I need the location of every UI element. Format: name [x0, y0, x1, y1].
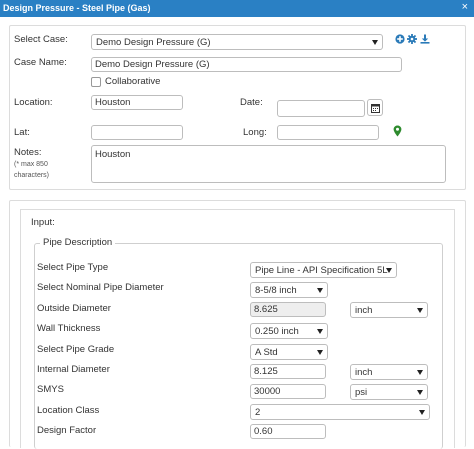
download-icon[interactable]: [420, 34, 430, 44]
plus-circle-icon[interactable]: [395, 34, 405, 44]
input-panel: Input: Pipe Description Select Pipe Type…: [9, 200, 466, 449]
pipe-type-dropdown[interactable]: Pipe Line - API Specification 5L: [250, 262, 397, 278]
outside-diameter-input[interactable]: 8.625: [250, 302, 326, 317]
long-input[interactable]: [277, 125, 379, 140]
internal-diameter-unit-value: inch: [355, 367, 373, 378]
lat-label: Lat:: [14, 127, 30, 138]
chevron-down-icon: [386, 268, 392, 273]
select-case-value: Demo Design Pressure (G): [96, 37, 211, 48]
long-label: Long:: [243, 127, 267, 138]
internal-diameter-unit-dropdown[interactable]: inch: [350, 364, 428, 380]
internal-diameter-label: Internal Diameter: [37, 364, 110, 375]
pipe-grade-label: Select Pipe Grade: [37, 344, 115, 355]
design-factor-label: Design Factor: [37, 425, 97, 436]
notes-hint-line-2: characters): [14, 172, 50, 179]
location-class-value: 2: [255, 407, 261, 418]
input-inner-panel: Input: Pipe Description Select Pipe Type…: [20, 209, 455, 449]
pipe-description-legend: Pipe Description: [40, 237, 116, 248]
design-factor-input[interactable]: 0.60: [250, 424, 326, 439]
select-case-label: Select Case:: [14, 34, 68, 45]
wall-thickness-value: 0.250 inch: [255, 326, 299, 337]
nominal-diameter-label: Select Nominal Pipe Diameter: [37, 282, 164, 293]
calendar-button[interactable]: [367, 99, 383, 116]
map-marker-icon[interactable]: [393, 125, 402, 137]
window-titlebar: Design Pressure - Steel Pipe (Gas) ×: [0, 0, 474, 17]
pipe-type-value: Pipe Line - API Specification 5L: [255, 265, 388, 276]
smys-unit-value: psi: [355, 387, 368, 398]
notes-textarea[interactable]: Houston: [91, 145, 446, 183]
close-icon[interactable]: ×: [462, 1, 468, 13]
location-input[interactable]: Houston: [91, 95, 183, 110]
chevron-down-icon: [417, 370, 423, 375]
wall-thickness-dropdown[interactable]: 0.250 inch: [250, 323, 328, 339]
pipe-grade-dropdown[interactable]: A Std: [250, 344, 328, 360]
input-section-label: Input:: [31, 217, 55, 228]
smys-input[interactable]: 30000: [250, 384, 326, 399]
location-label: Location:: [14, 97, 53, 108]
smys-unit-dropdown[interactable]: psi: [350, 384, 428, 400]
outside-diameter-unit-value: inch: [355, 305, 373, 316]
chevron-down-icon: [317, 288, 323, 293]
internal-diameter-input[interactable]: 8.125: [250, 364, 326, 379]
pipe-grade-value: A Std: [255, 347, 278, 358]
chevron-down-icon: [419, 410, 425, 415]
chevron-down-icon: [317, 350, 323, 355]
window-title: Design Pressure - Steel Pipe (Gas): [3, 3, 151, 13]
lat-input[interactable]: [91, 125, 183, 140]
date-input[interactable]: [277, 100, 365, 117]
outside-diameter-unit-dropdown[interactable]: inch: [350, 302, 428, 318]
calendar-icon: [371, 104, 380, 113]
nominal-diameter-dropdown[interactable]: 8-5/8 inch: [250, 282, 328, 298]
wall-thickness-label: Wall Thickness: [37, 323, 101, 334]
pipe-type-label: Select Pipe Type: [37, 262, 109, 273]
location-class-dropdown[interactable]: 2: [250, 404, 430, 420]
case-name-label: Case Name:: [14, 57, 67, 68]
chevron-down-icon: [417, 390, 423, 395]
date-label: Date:: [240, 97, 263, 108]
notes-label: Notes:: [14, 147, 42, 158]
smys-label: SMYS: [37, 384, 64, 395]
collaborative-label: Collaborative: [105, 76, 161, 87]
collaborative-checkbox[interactable]: [91, 77, 101, 87]
case-name-input[interactable]: Demo Design Pressure (G): [91, 57, 402, 72]
case-info-panel: Select Case: Demo Design Pressure (G) Ca…: [9, 25, 466, 190]
location-class-label: Location Class: [37, 405, 100, 416]
gear-icon[interactable]: [407, 34, 417, 44]
chevron-down-icon: [372, 40, 378, 45]
select-case-dropdown[interactable]: Demo Design Pressure (G): [91, 34, 383, 50]
chevron-down-icon: [417, 308, 423, 313]
chevron-down-icon: [317, 329, 323, 334]
notes-hint-line-1: (* max 850: [14, 161, 48, 168]
outside-diameter-label: Outside Diameter: [37, 303, 111, 314]
nominal-diameter-value: 8-5/8 inch: [255, 285, 297, 296]
